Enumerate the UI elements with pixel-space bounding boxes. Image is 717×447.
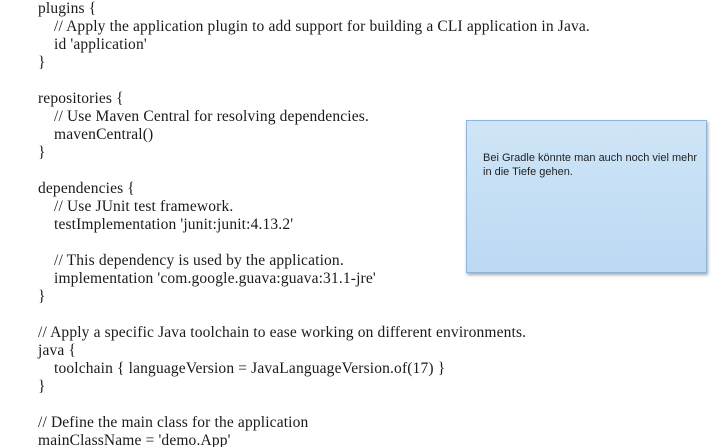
sticky-note-text: Bei Gradle könnte man auch noch viel meh… xyxy=(483,152,698,178)
code-line-repositories-open: repositories { xyxy=(38,90,124,107)
slide-page: plugins { // Apply the application plugi… xyxy=(0,0,717,447)
code-line-test-implementation: testImplementation 'junit:junit:4.13.2' xyxy=(54,216,294,233)
code-line-plugins-comment: // Apply the application plugin to add s… xyxy=(54,18,590,35)
code-line-repositories-comment: // Use Maven Central for resolving depen… xyxy=(54,108,369,125)
code-line-java-close: } xyxy=(38,378,46,395)
code-line-main-class-name: mainClassName = 'demo.App' xyxy=(38,432,231,447)
code-line-main-class-comment: // Define the main class for the applica… xyxy=(38,414,309,431)
code-line-java-open: java { xyxy=(38,342,77,359)
code-line-plugins-close: } xyxy=(38,54,46,71)
code-line-guava-comment: // This dependency is used by the applic… xyxy=(54,252,344,269)
code-line-plugin-id: id 'application' xyxy=(54,36,147,53)
code-line-implementation: implementation 'com.google.guava:guava:3… xyxy=(54,270,376,287)
code-line-junit-comment: // Use JUnit test framework. xyxy=(54,198,234,215)
code-line-maven-central: mavenCentral() xyxy=(54,126,154,143)
code-line-dependencies-close: } xyxy=(38,288,46,305)
sticky-note[interactable]: Bei Gradle könnte man auch noch viel meh… xyxy=(466,120,707,273)
code-line-repositories-close: } xyxy=(38,144,46,161)
code-line-plugins-open: plugins { xyxy=(38,0,97,17)
code-line-dependencies-open: dependencies { xyxy=(38,180,135,197)
code-line-toolchain-comment: // Apply a specific Java toolchain to ea… xyxy=(38,324,527,341)
code-line-toolchain: toolchain { languageVersion = JavaLangua… xyxy=(54,360,446,377)
